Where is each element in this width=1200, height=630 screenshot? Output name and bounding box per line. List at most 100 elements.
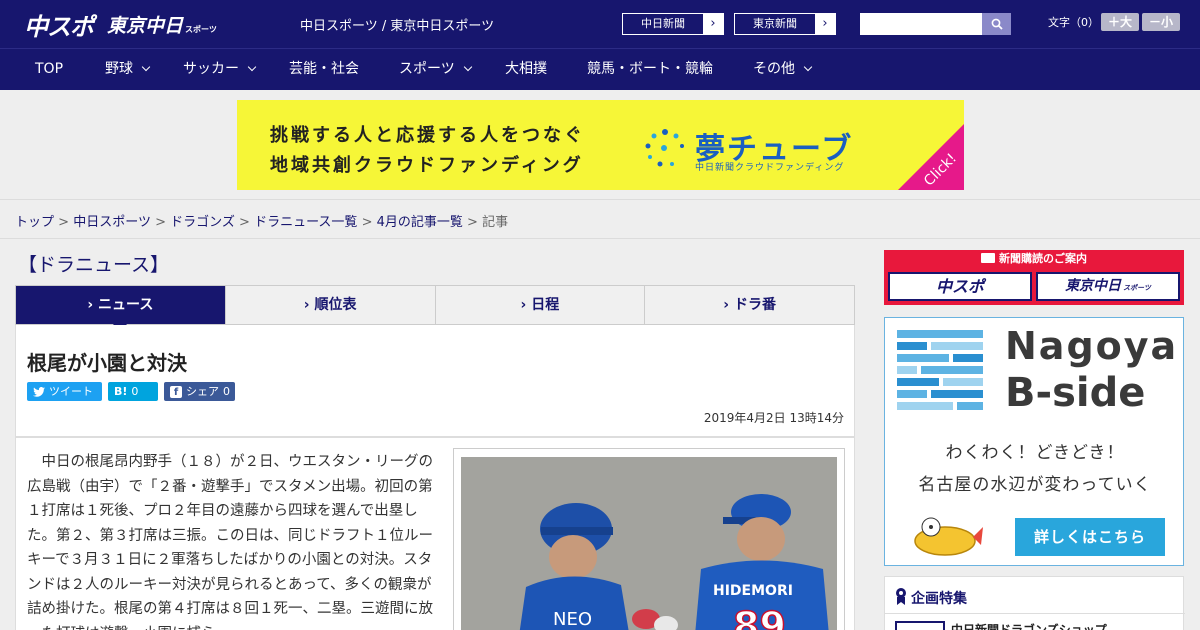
search-input[interactable] — [860, 13, 982, 35]
bside-tagline-1: わくわく！どきどき！ — [945, 443, 1125, 463]
ribbon-icon — [896, 588, 906, 605]
site-links[interactable]: 中日スポーツ / 東京中日スポーツ — [300, 15, 494, 34]
newspaper-icon — [981, 253, 995, 263]
tokyo-shimbun-label: 東京新聞 — [753, 17, 797, 30]
facebook-share-button[interactable]: f シェア 0 — [164, 382, 235, 401]
crowdfunding-banner[interactable]: 挑戦する人と応援する人をつなぐ 地域共創クラウドファンディング 夢チューブ 中日… — [237, 100, 964, 190]
breadcrumb-link[interactable]: ドラニュース一覧 — [254, 215, 357, 230]
tab-label: ニュース — [98, 297, 154, 313]
subscription-ad[interactable]: 新聞購読のご案内 中スポ 東京中日 スポーツ — [884, 250, 1184, 305]
chevron-right-icon: › — [723, 297, 734, 313]
nav-label: サッカー — [183, 61, 239, 77]
hatena-icon: B! — [114, 385, 128, 398]
nav-item-baseball[interactable]: 野球 — [105, 49, 151, 90]
banner-subtitle: 中日新聞クラウドファンディング — [695, 163, 845, 173]
tweet-label: ツイート — [49, 385, 93, 398]
subscription-head: 新聞購読のご案内 — [884, 250, 1184, 268]
breadcrumb-link[interactable]: ドラゴンズ — [170, 215, 235, 230]
chunichi-shimbun-label: 中日新聞 — [641, 17, 685, 30]
special-features: 企画特集 中日新聞ドラゴンズショップ — [884, 576, 1185, 630]
nav-item-sumo[interactable]: 大相撲 — [505, 49, 547, 90]
bside-tagline-2: 名古屋の水辺が変わっていく — [918, 475, 1152, 495]
breadcrumb-separator: > — [155, 215, 166, 230]
breadcrumb-separator: > — [239, 215, 250, 230]
chevron-right-icon: › — [815, 14, 835, 34]
chunichi-shimbun-link[interactable]: 中日新聞 › — [622, 13, 724, 35]
chevron-down-icon — [463, 62, 472, 72]
bside-title-bside: B-side — [1005, 370, 1146, 416]
chevron-down-icon — [247, 62, 257, 72]
breadcrumb-separator: > — [361, 215, 373, 230]
jersey-number: 89 — [733, 604, 786, 630]
nav-item-other[interactable]: その他 — [753, 49, 813, 90]
twitter-bird-icon — [33, 386, 45, 397]
tweet-button[interactable]: ツイート — [27, 382, 102, 401]
chevron-right-icon: › — [520, 297, 532, 313]
site-logo[interactable]: 中スポ 東京中日 スポーツ — [24, 8, 217, 41]
article-body: 中日の根尾昂内野手（１８）が２日、ウエスタン・リーグの広島戦（由宇）で「２番・遊… — [15, 437, 855, 630]
breadcrumb-current: 記事 — [482, 215, 509, 230]
font-size-decrease-button[interactable]: －小 — [1142, 13, 1180, 31]
tab-dora-ban[interactable]: › ドラ番 — [645, 286, 854, 324]
chevron-right-icon: › — [87, 297, 99, 313]
breadcrumb-separator: > — [467, 215, 478, 230]
tab-standings[interactable]: › 順位表 — [226, 286, 436, 324]
nav-label: その他 — [753, 61, 795, 77]
logo-tokyo-chunichi: 東京中日 — [107, 14, 184, 37]
nav-item-racing[interactable]: 競馬・ボート・競輪 — [587, 49, 713, 90]
bside-title-nagoya: Nagoya — [1005, 324, 1179, 368]
jersey-name: HIDEMORI — [713, 583, 793, 599]
breadcrumb-link[interactable]: 4月の記事一覧 — [377, 215, 463, 230]
breadcrumb-link[interactable]: 中日スポーツ — [73, 215, 151, 230]
section-title: 【ドラニュース】 — [18, 254, 170, 276]
tokyo-shimbun-link[interactable]: 東京新聞 › — [734, 13, 836, 35]
bside-details-button[interactable]: 詳しくはこちら — [1015, 518, 1165, 556]
nav-label: 大相撲 — [505, 61, 547, 77]
subscription-chuspo[interactable]: 中スポ — [888, 272, 1032, 301]
banner-area: 挑戦する人と応援する人をつなぐ 地域共創クラウドファンディング 夢チューブ 中日… — [0, 90, 1200, 200]
logo-chuspo: 中スポ — [24, 12, 94, 41]
nav-item-soccer[interactable]: サッカー — [183, 49, 257, 90]
article-date: 2019年4月2日 13時14分 — [703, 411, 844, 425]
jersey-text: NEO — [553, 609, 592, 630]
nav-label: 野球 — [105, 61, 133, 77]
nav-item-entertainment[interactable]: 芸能・社会 — [289, 49, 359, 90]
subscription-head-label: 新聞購読のご案内 — [999, 252, 1087, 265]
chevron-right-icon: › — [703, 14, 723, 34]
article-photo[interactable]: NEO HIDEMORI 89 — [461, 457, 837, 630]
chevron-right-icon: › — [303, 297, 315, 313]
banner-line-1: 挑戦する人と応援する人をつなぐ — [270, 125, 585, 146]
special-item-dragons-shop[interactable]: 中日新聞ドラゴンズショップ — [951, 621, 1107, 630]
hatena-count: 0 — [131, 385, 139, 398]
subscription-tokyo-sub: スポーツ — [1123, 284, 1151, 292]
breadcrumb-link[interactable]: トップ — [15, 215, 54, 230]
tab-schedule[interactable]: › 日程 — [436, 286, 646, 324]
font-size-increase-button[interactable]: ＋大 — [1101, 13, 1139, 31]
facebook-icon: f — [170, 385, 182, 398]
article-title: 根尾が小園と対決 — [27, 351, 187, 375]
nav-item-sports[interactable]: スポーツ — [399, 49, 472, 90]
hatena-bookmark-button[interactable]: B! 0 — [108, 382, 158, 401]
main-nav: TOP 野球 サッカー 芸能・社会 スポーツ 大相撲 競馬・ボート・競輪 その他 — [0, 48, 1200, 90]
nav-item-top[interactable]: TOP — [35, 49, 63, 90]
divider — [0, 238, 1200, 239]
article-photo-frame: NEO HIDEMORI 89 — [453, 448, 845, 630]
article-header: 根尾が小園と対決 ツイート B! 0 f シェア 0 2019年4月2日 13時… — [15, 325, 855, 437]
dots-logo-icon — [645, 129, 684, 167]
special-title: 企画特集 — [911, 591, 967, 607]
nav-label: 芸能・社会 — [289, 61, 359, 77]
site-header: 中スポ 東京中日 スポーツ 中日スポーツ / 東京中日スポーツ 中日新聞 › 東… — [0, 0, 1200, 48]
nagoya-bside-ad[interactable]: Nagoya B-side わくわく！どきどき！ 名古屋の水辺が変わっていく 詳… — [884, 317, 1184, 566]
search-button[interactable] — [982, 13, 1011, 35]
tab-news[interactable]: › ニュース — [16, 286, 226, 332]
subscription-tokyo-chunichi[interactable]: 東京中日 スポーツ — [1036, 272, 1180, 301]
font-size-label: 文字（0） — [1048, 16, 1099, 29]
banner-line-2: 地域共創クラウドファンディング — [270, 155, 584, 176]
search-icon — [991, 18, 1003, 30]
breadcrumb-separator: > — [58, 215, 70, 230]
baseball-players-photo: NEO HIDEMORI 89 — [461, 457, 837, 630]
bside-brick-logo — [897, 330, 983, 410]
article-text: 中日の根尾昂内野手（１８）が２日、ウエスタン・リーグの広島戦（由宇）で「２番・遊… — [27, 454, 433, 630]
special-item-thumbnail[interactable] — [895, 621, 945, 630]
divider — [885, 613, 1185, 614]
